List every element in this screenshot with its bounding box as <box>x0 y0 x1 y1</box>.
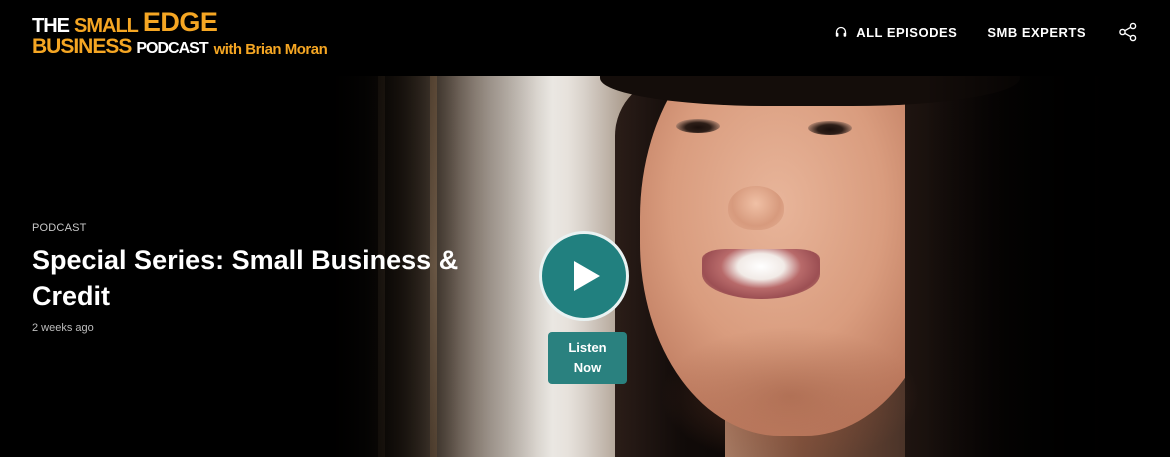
nav-all-episodes[interactable]: ALL EPISODES <box>835 25 957 40</box>
play-icon <box>574 261 600 291</box>
main-nav: ALL EPISODES SMB EXPERTS <box>835 20 1138 44</box>
logo-host: with Brian Moran <box>213 41 328 58</box>
nav-smb-experts-label: SMB EXPERTS <box>987 24 1086 40</box>
episode-time: 2 weeks ago <box>32 322 94 334</box>
listen-now-button[interactable]: Listen Now <box>548 332 627 384</box>
logo-edge: EDGE <box>142 7 218 37</box>
nav-smb-experts[interactable]: SMB EXPERTS <box>987 25 1086 40</box>
logo-row-top: THE SMALL EDGE <box>32 7 327 37</box>
play-button[interactable] <box>539 231 629 321</box>
episode-title[interactable]: Special Series: Small Business & Credit <box>32 242 492 314</box>
episode-info: PODCAST Special Series: Small Business &… <box>32 222 492 334</box>
logo-small: SMALL <box>74 15 139 37</box>
hero-banner: PODCAST Special Series: Small Business &… <box>0 76 1170 457</box>
site-header: THE SMALL EDGE BUSINESS PODCAST with Bri… <box>0 0 1170 76</box>
podcast-logo[interactable]: THE SMALL EDGE BUSINESS PODCAST with Bri… <box>32 7 328 58</box>
logo-the: THE <box>32 15 70 37</box>
share-icon[interactable] <box>1118 22 1138 42</box>
logo-business: BUSINESS <box>32 35 132 58</box>
episode-category[interactable]: PODCAST <box>32 222 492 234</box>
logo-podcast: PODCAST <box>136 40 208 57</box>
logo-row-bottom: BUSINESS PODCAST with Brian Moran <box>32 35 328 58</box>
nav-all-episodes-label: ALL EPISODES <box>856 24 958 40</box>
headphones-icon <box>835 26 847 37</box>
